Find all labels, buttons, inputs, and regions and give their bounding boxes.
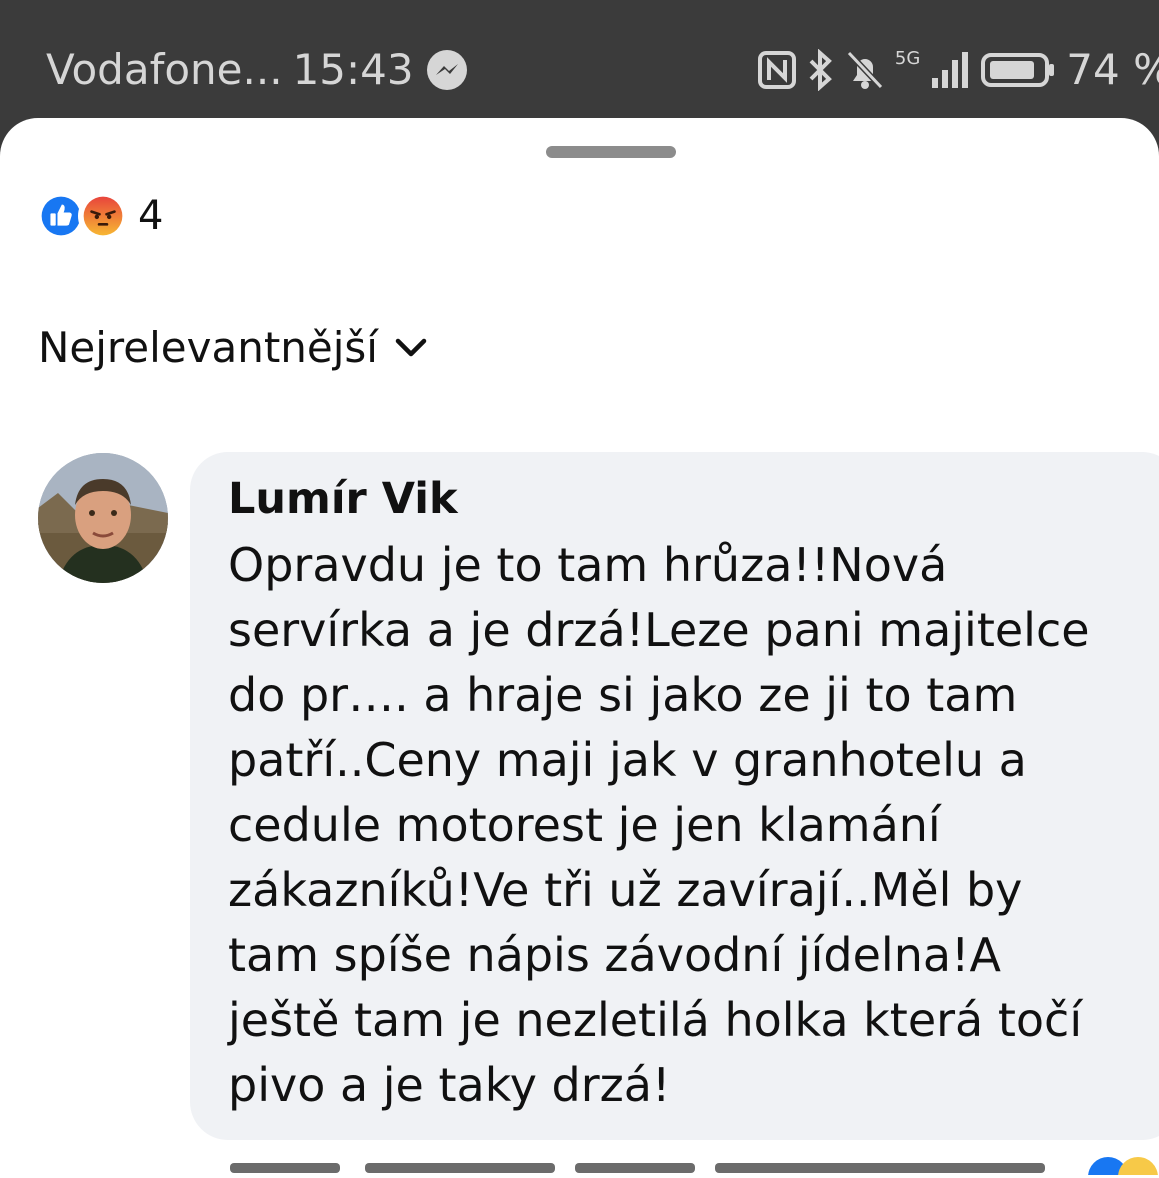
- comment-line: pivo a je taky drzá!: [228, 1058, 671, 1112]
- signal-icon: [932, 52, 969, 88]
- reactions-summary[interactable]: 4: [36, 190, 163, 242]
- network-type: 5G: [894, 48, 921, 69]
- comment-bubble[interactable]: Lumír Vik Opravdu je to tam hrůza!!Nová …: [190, 452, 1159, 1140]
- status-right: 5G 74 %: [757, 44, 1159, 96]
- comments-sheet: 4 Nejrelevantnější Lumír Vik Opravdu je …: [0, 118, 1159, 1178]
- messenger-icon: [426, 50, 467, 90]
- comment-line: cedule motorest je jen klamání: [228, 798, 941, 852]
- avatar[interactable]: [38, 453, 168, 583]
- comment-line: do pr…. a hraje si jako ze ji to tam: [228, 668, 1018, 722]
- comment-line: tam spíše nápis závodní jídelna!A: [228, 928, 1001, 982]
- bell-muted-icon: [846, 50, 884, 90]
- battery-percent: 74 %: [1066, 45, 1159, 94]
- comment-line: Opravdu je to tam hrůza!!Nová: [228, 538, 948, 592]
- angry-reaction-icon: [78, 191, 128, 241]
- sort-label: Nejrelevantnější: [38, 323, 378, 372]
- comment-line: ještě tam je nezletilá holka která točí: [228, 993, 1083, 1047]
- clock: 15:43: [292, 45, 414, 94]
- comment-line: servírka a je drzá!Leze pani majitelce: [228, 603, 1090, 657]
- nfc-icon: [757, 51, 796, 89]
- comment-line: patří..Ceny maji jak v granhotelu a: [228, 733, 1027, 787]
- sort-dropdown[interactable]: Nejrelevantnější: [38, 323, 428, 372]
- reaction-count: 4: [138, 193, 164, 239]
- battery-icon: [981, 53, 1055, 87]
- comment-author[interactable]: Lumír Vik: [228, 472, 1140, 526]
- comment-line: zákazníků!Ve tři už zavírají..Měl by: [228, 863, 1023, 917]
- chevron-down-icon: [395, 338, 427, 356]
- status-bar: Vodafone... 15:43 5G 74: [0, 0, 1159, 120]
- avatar-image: [38, 453, 168, 583]
- comment-actions-row-cutoff: [230, 1155, 1159, 1175]
- comment-text: Opravdu je to tam hrůza!!Nová servírka a…: [228, 533, 1143, 1118]
- drag-handle[interactable]: [546, 146, 676, 158]
- bluetooth-icon: [809, 49, 832, 91]
- carrier-name: Vodafone...: [46, 45, 283, 94]
- status-left: Vodafone... 15:43: [46, 44, 470, 96]
